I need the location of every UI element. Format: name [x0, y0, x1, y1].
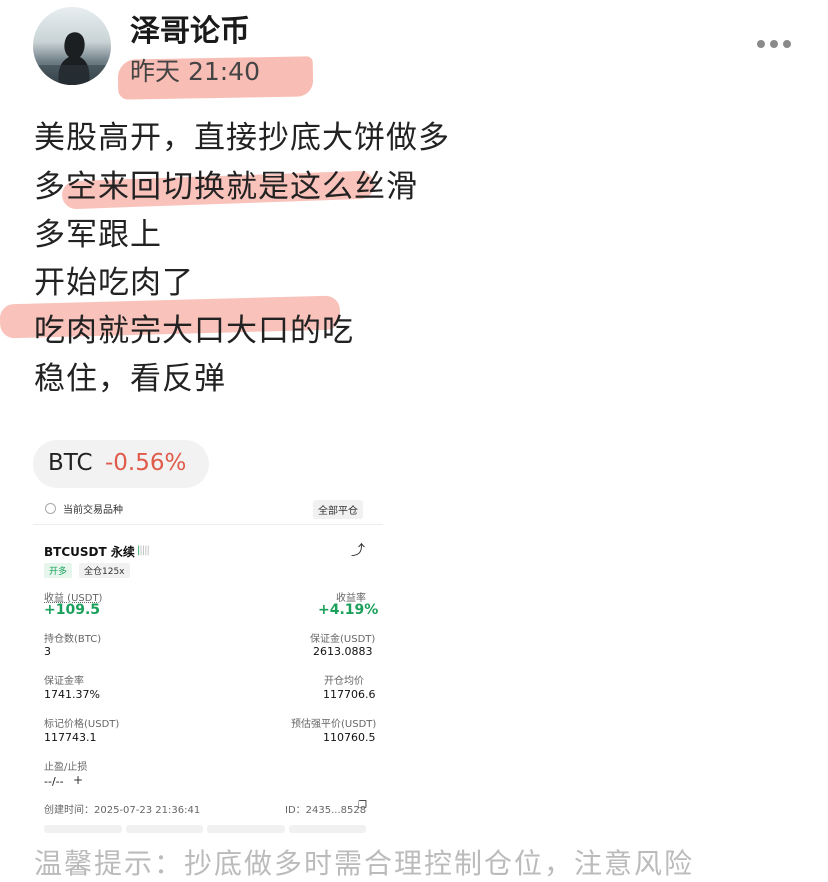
margin-ratio-label: 保证金率: [44, 676, 84, 687]
mark-price-label: 标记价格(USDT): [44, 719, 120, 730]
signal-bars-icon: |||||: [137, 545, 150, 556]
action-button[interactable]: [288, 825, 366, 833]
side-badge: 开多: [44, 563, 73, 578]
entry-price-label: 开仓均价: [324, 676, 364, 687]
action-button[interactable]: [207, 825, 285, 833]
post-line-3: 多军跟上: [34, 217, 162, 253]
post-line-2: 多空来回切换就是这么丝滑: [34, 169, 418, 205]
created-time: 创建时间：2025-07-23 21:36:41: [44, 805, 201, 816]
margin-value: 2613.0883: [313, 645, 373, 658]
ticker-change: -0.56%: [105, 450, 187, 476]
margin-ratio-value: 1741.37%: [44, 688, 100, 701]
copy-icon[interactable]: ❐: [358, 800, 367, 811]
avatar[interactable]: [33, 7, 111, 85]
mark-price-value: 117743.1: [44, 731, 97, 744]
footer-text: 温馨提示：抄底做多时需合理控制仓位，注意风险: [34, 847, 695, 880]
size-value: 3: [44, 645, 51, 658]
roi-value: +4.19%: [318, 602, 379, 618]
leverage-badge: 全仓125x: [79, 563, 130, 578]
position-id: ID：2435...8528: [285, 805, 367, 816]
action-buttons-row: [44, 825, 366, 833]
ticker-tag[interactable]: BTC -0.56%: [33, 440, 209, 488]
author-name[interactable]: 泽哥论币: [130, 6, 250, 50]
action-button[interactable]: [125, 825, 203, 833]
tpsl-value: --/--: [44, 775, 64, 788]
position-card: 当前交易品种 全部平仓 BTCUSDT 永续 ||||| ⤴ 开多 全仓125x…: [33, 495, 383, 840]
add-tpsl-button[interactable]: +: [73, 773, 83, 787]
action-button[interactable]: [44, 825, 122, 833]
more-dots-icon[interactable]: [757, 40, 791, 48]
post-line-4: 开始吃肉了: [34, 265, 194, 301]
close-all-button[interactable]: 全部平仓: [313, 500, 363, 519]
ticker-symbol: BTC: [48, 450, 93, 476]
margin-label: 保证金(USDT): [310, 634, 376, 645]
divider: [33, 524, 383, 525]
tpsl-label: 止盈/止损: [44, 762, 88, 773]
post-line-1: 美股高开，直接抄底大饼做多: [34, 120, 450, 156]
filter-label[interactable]: 当前交易品种: [63, 501, 123, 516]
pnl-value: +109.5: [44, 602, 101, 618]
liq-price-value: 110760.5: [323, 731, 376, 744]
share-icon[interactable]: ⤴: [351, 540, 365, 560]
contract-name[interactable]: BTCUSDT 永续: [44, 543, 135, 560]
post-line-6: 稳住，看反弹: [34, 361, 226, 397]
size-label: 持仓数(BTC): [44, 634, 102, 645]
post-line-5: 吃肉就完大口大口的吃: [34, 313, 354, 349]
liq-price-label: 预估强平价(USDT): [291, 719, 377, 730]
post-time: 昨天 21:40: [130, 57, 260, 86]
entry-price-value: 117706.6: [323, 688, 376, 701]
radio-icon[interactable]: [45, 503, 56, 514]
avatar-silhouette-icon: [33, 32, 111, 85]
